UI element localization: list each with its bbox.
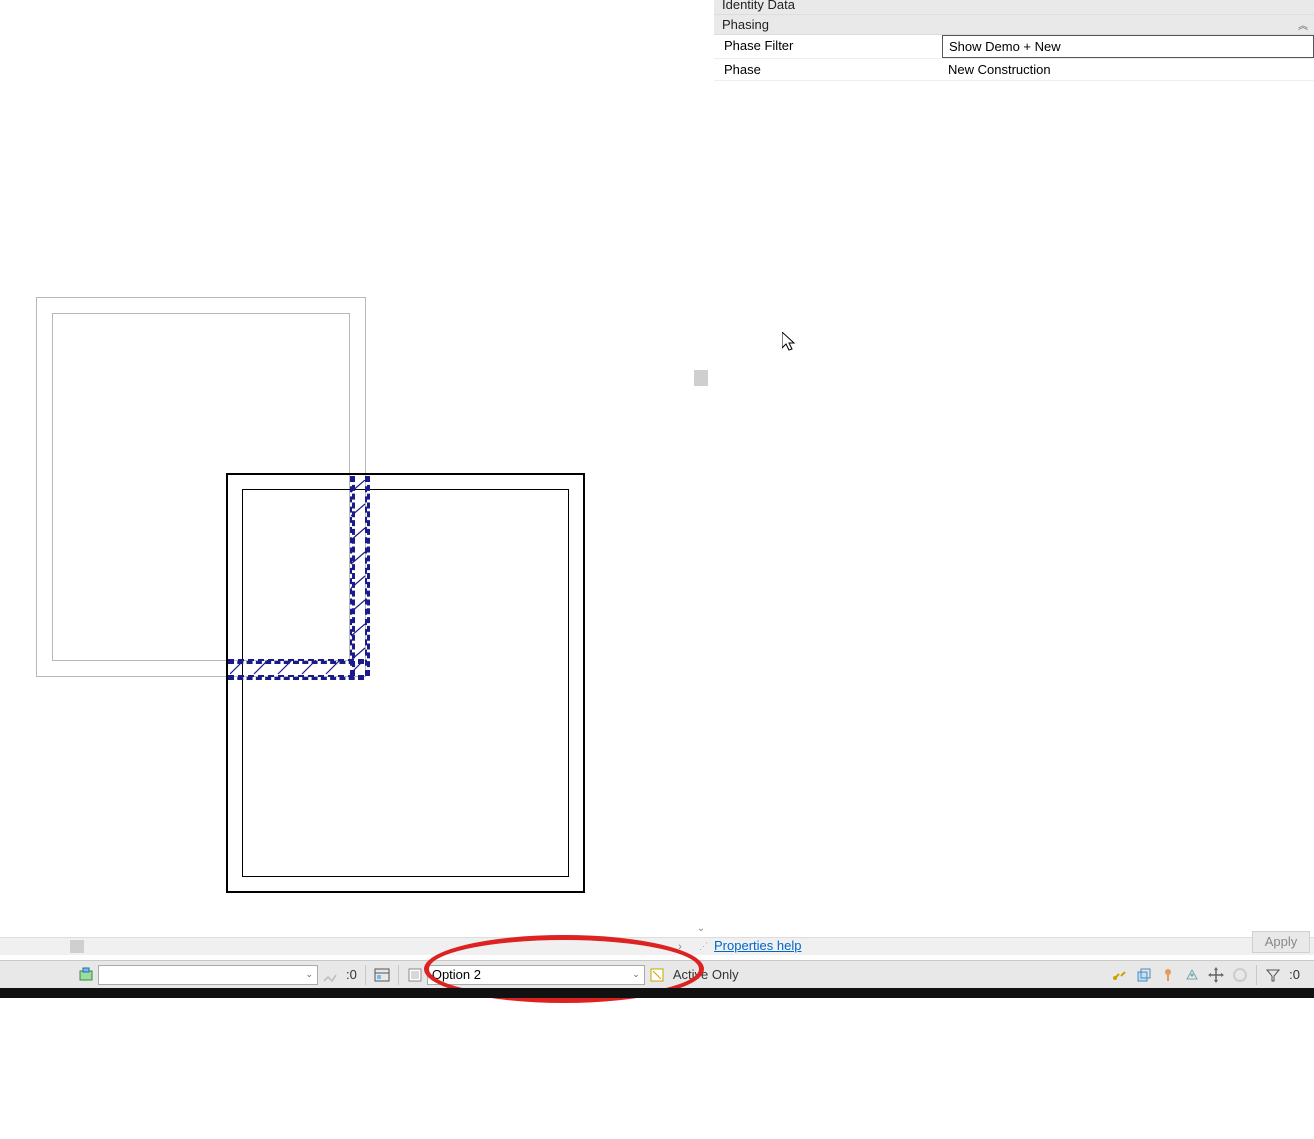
workset-icon[interactable] bbox=[77, 966, 95, 984]
filter-dialog-icon[interactable] bbox=[373, 966, 391, 984]
group-label: Identity Data bbox=[722, 0, 795, 12]
property-row-phase[interactable]: Phase New Construction bbox=[714, 59, 1314, 81]
design-options-icon[interactable] bbox=[406, 966, 424, 984]
property-row-phase-filter[interactable]: Phase Filter Show Demo + New bbox=[714, 35, 1314, 59]
workset-dropdown[interactable]: ⌄ bbox=[98, 965, 318, 985]
wall-outline-new[interactable] bbox=[226, 473, 585, 893]
design-option-value: Option 2 bbox=[432, 967, 481, 982]
properties-panel: Identity Data Phasing ︽ Phase Filter Sho… bbox=[714, 0, 1314, 986]
select-links-icon[interactable] bbox=[1111, 966, 1129, 984]
property-label: Phase Filter bbox=[714, 35, 942, 58]
canvas-horizontal-scrollbar[interactable]: › ⋰ bbox=[0, 937, 710, 955]
resize-grip-icon: ⋰ bbox=[699, 941, 708, 952]
apply-button[interactable]: Apply bbox=[1252, 931, 1310, 953]
background-sync-icon bbox=[1231, 966, 1249, 984]
editable-only-icon[interactable] bbox=[321, 966, 339, 984]
drawing-canvas[interactable] bbox=[0, 0, 692, 937]
filter-count: :0 bbox=[1285, 967, 1304, 982]
windows-taskbar bbox=[0, 988, 1314, 998]
scroll-right-icon[interactable]: › bbox=[672, 938, 688, 956]
drag-elements-icon[interactable] bbox=[1207, 966, 1225, 984]
collapse-icon[interactable]: ︽ bbox=[1298, 17, 1308, 32]
active-only-label[interactable]: Active Only bbox=[669, 967, 743, 982]
canvas-vertical-scrollbar[interactable]: ⌄ bbox=[692, 0, 710, 937]
properties-group-identity-data[interactable]: Identity Data bbox=[714, 0, 1314, 15]
design-option-dropdown[interactable]: Option 2 ⌄ bbox=[427, 965, 645, 985]
status-bar: ⌄ :0 Option 2 ⌄ Active Only :0 bbox=[0, 960, 1314, 988]
selection-count: :0 bbox=[342, 967, 361, 982]
group-label: Phasing bbox=[722, 17, 769, 32]
wall-inner-new bbox=[242, 489, 569, 877]
chevron-down-icon: ⌄ bbox=[305, 969, 313, 980]
property-value-phase[interactable]: New Construction bbox=[942, 59, 1314, 80]
properties-help-link[interactable]: Properties help bbox=[714, 938, 801, 953]
separator bbox=[398, 965, 399, 985]
select-pinned-icon[interactable] bbox=[1159, 966, 1177, 984]
scrollbar-thumb[interactable] bbox=[694, 370, 708, 386]
filter-icon[interactable] bbox=[1264, 966, 1282, 984]
separator bbox=[1256, 965, 1257, 985]
exclude-options-icon[interactable] bbox=[648, 966, 666, 984]
select-underlay-icon[interactable] bbox=[1135, 966, 1153, 984]
demo-hatch bbox=[351, 480, 369, 680]
chevron-down-icon: ⌄ bbox=[632, 969, 640, 980]
separator bbox=[365, 965, 366, 985]
scrollbar-thumb[interactable] bbox=[70, 940, 84, 953]
demo-hatch bbox=[230, 660, 370, 678]
select-face-icon[interactable] bbox=[1183, 966, 1201, 984]
properties-group-phasing[interactable]: Phasing ︽ bbox=[714, 15, 1314, 35]
property-label: Phase bbox=[714, 59, 942, 80]
scroll-down-icon[interactable]: ⌄ bbox=[692, 921, 710, 937]
property-value-phase-filter[interactable]: Show Demo + New bbox=[942, 35, 1314, 58]
